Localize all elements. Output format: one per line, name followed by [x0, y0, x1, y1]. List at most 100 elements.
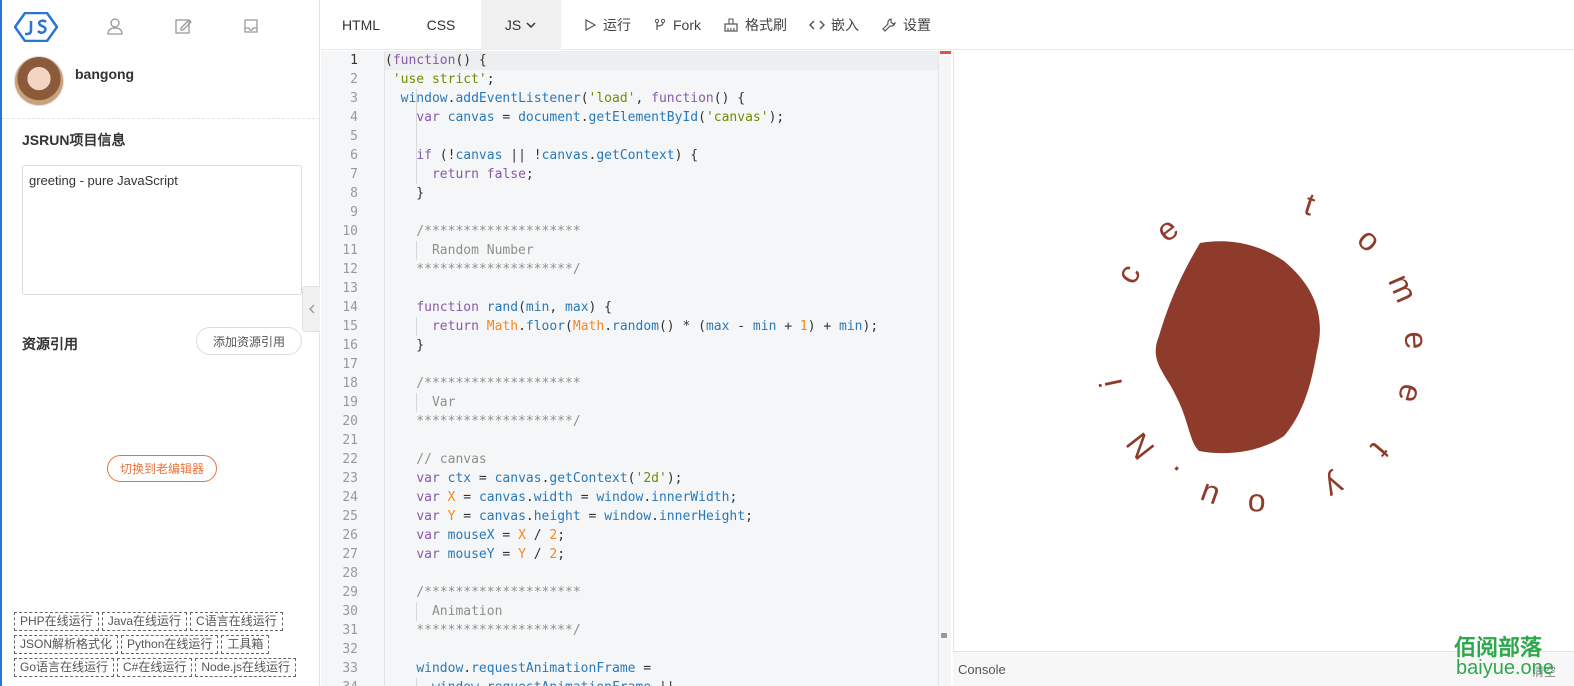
code-line: 8 } [321, 184, 938, 203]
line-number: 7 [350, 167, 358, 182]
line-number: 4 [350, 110, 358, 125]
line-number: 20 [342, 414, 358, 429]
code-editor[interactable]: 1 (function() {2 'use strict'; 3 window.ad… [321, 51, 951, 686]
code-text: // canvas [385, 452, 487, 467]
code-line: 3 window.addEventListener('load', functi… [321, 89, 938, 108]
add-resource-button[interactable]: 添加资源引用 [196, 327, 302, 355]
format-button[interactable]: 格式刷 [723, 15, 787, 35]
ring-letter: c [1109, 258, 1148, 290]
sidebar: bangong JSRUN项目信息 greeting - pure JavaSc… [0, 0, 320, 686]
format-label: 格式刷 [745, 16, 787, 33]
line-number: 18 [342, 376, 358, 391]
code-line: 13 [321, 279, 938, 298]
ring-letter: e [1149, 210, 1185, 249]
line-number: 13 [342, 281, 358, 296]
line-number: 28 [342, 566, 358, 581]
tab-js[interactable]: JS [481, 0, 561, 50]
fork-label: Fork [673, 16, 701, 33]
error-marker [940, 51, 951, 54]
chevron-left-icon [308, 304, 314, 314]
ring-letter: e [1391, 380, 1431, 407]
indent-guide [416, 241, 417, 260]
line-number: 25 [342, 509, 358, 524]
tag-link[interactable]: C语言在线运行 [190, 612, 283, 631]
tag-link[interactable]: 工具箱 [221, 635, 270, 654]
preview-pane: Nicetomeetyou. [953, 51, 1574, 651]
line-number: 22 [342, 452, 358, 467]
code-line: 20 ********************/ [321, 412, 938, 431]
code-line: 21 [321, 431, 938, 450]
line-number: 30 [342, 604, 358, 619]
line-number: 2 [350, 72, 358, 87]
project-info-title: JSRUN项目信息 [22, 132, 126, 148]
code-line: 30 Animation [321, 602, 938, 621]
editor-scrollbar[interactable] [938, 51, 951, 686]
indent-guide [416, 602, 417, 621]
code-line: 14 function rand(min, max) { [321, 298, 938, 317]
ring-letter: u [1195, 476, 1224, 516]
wrench-icon [882, 17, 896, 32]
code-line: 11 Random Number [321, 241, 938, 260]
indent-guide [416, 165, 417, 184]
canvas-output[interactable]: Nicetomeetyou. [954, 51, 1574, 651]
tag-link[interactable]: Go语言在线运行 [14, 658, 115, 677]
code-line: 16 } [321, 336, 938, 355]
code-text: var mouseX = X / 2; [416, 528, 566, 543]
inbox-icon[interactable] [242, 17, 260, 35]
line-number: 27 [342, 547, 358, 562]
code-line: 5 [321, 127, 938, 146]
tag-link[interactable]: C#在线运行 [117, 658, 193, 677]
edit-icon[interactable] [174, 17, 192, 35]
user-icon[interactable] [106, 17, 124, 35]
tab-css[interactable]: CSS [401, 0, 481, 50]
code-line: 26 var mouseX = X / 2; [321, 526, 938, 545]
tool-links: PHP在线运行 Java在线运行 C语言在线运行 JSON解析格式化 Pytho… [14, 612, 314, 677]
collapse-sidebar-handle[interactable] [302, 286, 320, 332]
animated-blob-shape [1155, 241, 1320, 454]
ring-letter: . [1157, 459, 1185, 493]
embed-button[interactable]: 嵌入 [809, 15, 859, 35]
code-line: 31 ********************/ [321, 621, 938, 640]
resources-title: 资源引用 [22, 336, 78, 352]
line-number: 8 [350, 186, 358, 201]
line-number: 16 [342, 338, 358, 353]
code-text: var X = canvas.width = window.innerWidth… [416, 490, 738, 505]
code-text: (function() { [385, 53, 487, 68]
code-text: ********************/ [385, 262, 581, 277]
tag-link[interactable]: PHP在线运行 [14, 612, 99, 631]
ring-letter: m [1381, 269, 1425, 308]
code-line: 32 [321, 640, 938, 659]
tag-link[interactable]: JSON解析格式化 [14, 635, 119, 654]
tag-link[interactable]: Node.js在线运行 [195, 658, 297, 677]
line-number: 24 [342, 490, 358, 505]
line-number: 12 [342, 262, 358, 277]
code-text: } [385, 186, 425, 201]
watermark-logo: 佰阅部落 baiyue.one [1454, 630, 1572, 682]
line-number: 14 [342, 300, 358, 315]
code-text: Animation [385, 604, 503, 619]
code-text: return false; [431, 167, 534, 182]
tab-html[interactable]: HTML [321, 0, 401, 50]
avatar[interactable] [14, 56, 64, 106]
brush-icon [724, 17, 738, 32]
ring-letter: o [1247, 487, 1266, 524]
line-number: 5 [350, 129, 358, 144]
divider [2, 118, 320, 119]
line-number: 33 [342, 661, 358, 676]
line-number: 26 [342, 528, 358, 543]
fork-button[interactable]: Fork [653, 17, 701, 33]
settings-button[interactable]: 设置 [881, 15, 931, 35]
code-line: 12 ********************/ [321, 260, 938, 279]
tag-link[interactable]: Python在线运行 [121, 635, 219, 654]
code-text: var Y = canvas.height = window.innerHeig… [416, 509, 753, 524]
code-text: var canvas = document.getElementById('ca… [416, 110, 785, 125]
username[interactable]: bangong [75, 66, 134, 82]
code-text: 'use strict'; [392, 72, 495, 87]
code-line: 22 // canvas [321, 450, 938, 469]
run-button[interactable]: 运行 [583, 15, 631, 35]
project-description-field[interactable]: greeting - pure JavaScript [22, 165, 302, 295]
switch-old-editor-button[interactable]: 切换到老编辑器 [107, 455, 217, 482]
tag-link[interactable]: Java在线运行 [101, 612, 188, 631]
code-line: 33 window.requestAnimationFrame = [321, 659, 938, 678]
jsrun-logo-icon[interactable] [14, 12, 58, 42]
